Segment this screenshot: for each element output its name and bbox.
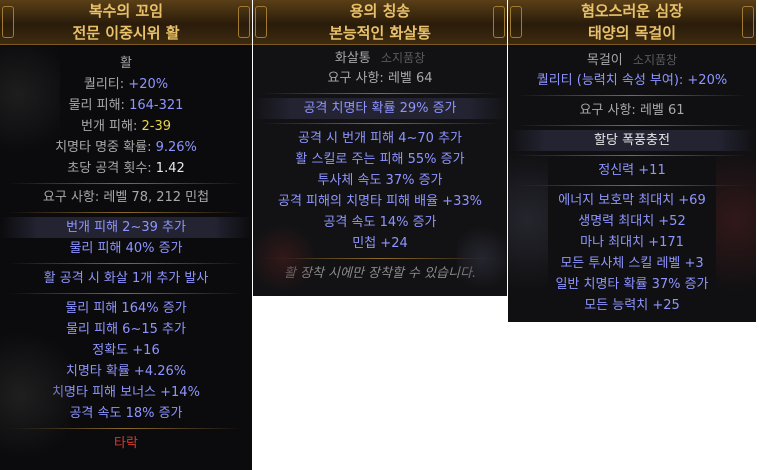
separator [8,293,244,294]
implicit-mod: 활 공격 시 화살 1개 추가 발사 [43,271,209,286]
base-row: 화살통 소지품창 [253,49,507,68]
separator [8,212,244,213]
inventory-tag: 소지품창 [632,53,678,67]
enchant-mod: 할당 폭풍충전 [508,130,756,151]
corrupted-label: 타락 [114,436,138,451]
item-body: 목걸이 소지품창 퀄리티 (능력치 속성 부여): +20% 요구 사항: 레벨… [508,45,756,316]
amulet-tooltip: 혐오스러운 심장 태양의 목걸이 목걸이 소지품창 퀄리티 (능력치 속성 부여… [508,0,756,322]
implicit-mod: 공격 치명타 확률 29% 증가 [253,98,507,119]
quiver-tooltip: 용의 칭송 본능적인 화살통 화살통 소지품창 요구 사항: 레벨 64 공격 … [253,0,507,296]
item-header: 혐오스러운 심장 태양의 목걸이 [508,0,756,45]
explicit-mod: 투사체 속도 37% 증가 [317,173,443,188]
item-class: 목걸이 [586,53,623,68]
base-row: 목걸이 소지품창 [508,51,756,70]
requirements: 요구 사항: 레벨 64 [327,71,433,86]
attack-speed-row: 초당 공격 횟수: 1.42 [67,161,185,176]
explicit-mod: 모든 능력치 +25 [584,298,680,313]
explicit-mod: 공격 피해의 치명타 피해 배율 +33% [278,194,482,209]
item-name: 복수의 꼬임 [88,2,164,20]
explicit-mod: 생명력 최대치 +52 [578,214,686,229]
explicit-mod: 민첩 +24 [352,236,408,251]
enchant-mod: 물리 피해 40% 증가 [69,241,183,256]
explicit-mod: 일반 치명타 확률 37% 증가 [555,277,709,292]
physical-damage-row: 물리 피해: 164-321 [68,98,184,113]
item-class: 활 [120,56,132,71]
explicit-mod: 치명타 피해 보너스 +14% [52,385,200,400]
explicit-mod: 마나 최대치 +171 [580,235,684,250]
separator [8,263,244,264]
enchant-mod: 번개 피해 2~39 추가 [0,217,252,238]
item-header: 용의 칭송 본능적인 화살통 [253,0,507,45]
lightning-damage-row: 번개 피해: 2-39 [80,119,171,134]
separator [261,123,499,124]
separator [516,155,748,156]
item-name: 혐오스러운 심장 [581,2,683,20]
equip-restriction: 활 장착 시에만 장착할 수 있습니다. [283,266,477,281]
separator [516,125,748,126]
item-base-name: 태양의 목걸이 [587,24,677,42]
explicit-mod: 정확도 +16 [92,343,160,358]
separator [516,95,748,96]
item-class: 화살통 [334,51,371,66]
requirements: 요구 사항: 레벨 61 [579,103,685,118]
item-name: 용의 칭송 [349,2,411,20]
explicit-mod: 공격 속도 18% 증가 [69,406,183,421]
explicit-mod: 활 스킬로 주는 피해 55% 증가 [295,152,465,167]
item-base-name: 전문 이중시위 활 [72,24,180,42]
separator [8,428,244,429]
item-base-name: 본능적인 화살통 [329,24,431,42]
requirements: 요구 사항: 레벨 78, 212 민첩 [42,190,210,205]
separator [261,93,499,94]
item-body: 화살통 소지품창 요구 사항: 레벨 64 공격 치명타 확률 29% 증가 공… [253,45,507,284]
item-body: 활 퀄리티: +20% 물리 피해: 164-321 번개 피해: 2-39 치… [0,45,252,454]
explicit-mod: 물리 피해 6~15 추가 [66,322,186,337]
explicit-mod: 에너지 보호막 최대치 +69 [558,193,706,208]
quality-row: 퀄리티: +20% [83,77,169,92]
separator [8,183,244,184]
quality-row: 퀄리티 (능력치 속성 부여): +20% [536,73,728,88]
separator [516,185,748,186]
item-header: 복수의 꼬임 전문 이중시위 활 [0,0,252,45]
inventory-tag: 소지품창 [380,51,426,65]
bow-tooltip: 복수의 꼬임 전문 이중시위 활 활 퀄리티: +20% 물리 피해: 164-… [0,0,252,470]
explicit-mod: 공격 속도 14% 증가 [323,215,437,230]
separator [261,258,499,259]
explicit-mod: 모든 투사체 스킬 레벨 +3 [560,256,704,271]
explicit-mod: 치명타 확률 +4.26% [65,364,187,379]
explicit-mod: 물리 피해 164% 증가 [65,301,187,316]
crit-chance-row: 치명타 명중 확률: 9.26% [55,140,197,155]
implicit-mod: 정신력 +11 [598,163,666,178]
explicit-mod: 공격 시 번개 피해 4~70 추가 [297,131,462,146]
